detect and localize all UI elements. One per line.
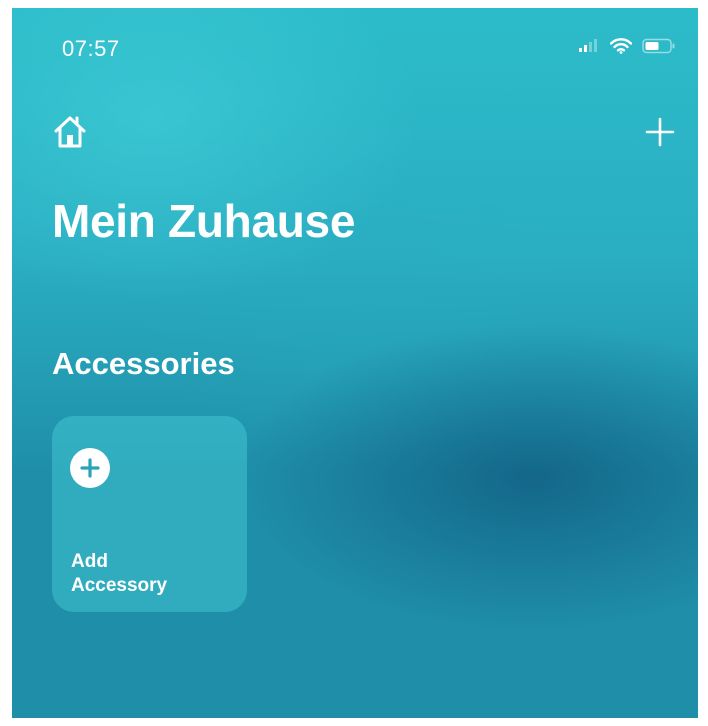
add-accessory-label: Add Accessory xyxy=(71,550,167,598)
status-icons xyxy=(578,38,676,59)
add-accessory-label-line1: Add xyxy=(71,551,108,572)
section-title-accessories: Accessories xyxy=(52,346,235,381)
add-accessory-label-line2: Accessory xyxy=(71,575,168,596)
status-time: 07:57 xyxy=(62,36,120,61)
home-button[interactable] xyxy=(50,112,90,152)
home-app-screen: 07:57 Mein Zuhause Accessories Add Acces… xyxy=(12,8,698,718)
cellular-signal-icon xyxy=(578,39,600,58)
battery-icon xyxy=(642,38,676,59)
add-button[interactable] xyxy=(640,112,680,152)
add-accessory-tile[interactable]: Add Accessory xyxy=(52,416,247,612)
plus-circle-icon xyxy=(70,448,110,488)
plus-icon xyxy=(640,117,680,156)
home-icon xyxy=(50,116,90,156)
wifi-icon xyxy=(609,38,633,59)
page-title: Mein Zuhause xyxy=(52,195,356,247)
